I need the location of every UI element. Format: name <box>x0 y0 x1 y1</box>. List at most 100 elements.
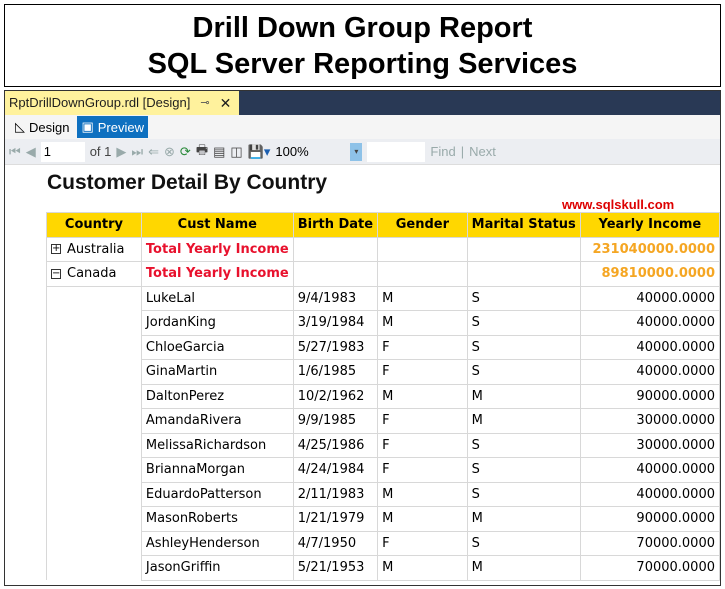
marital-status-cell: S <box>466 457 581 483</box>
expand-toggle-icon[interactable]: + <box>51 244 61 255</box>
marital-status-cell: S <box>466 530 581 556</box>
gender-cell: F <box>377 457 468 483</box>
next-page-icon[interactable]: ▶ <box>116 144 126 160</box>
stop-icon[interactable]: ⊗ <box>164 144 175 160</box>
design-button[interactable]: ◺ Design <box>11 116 73 138</box>
table-row: JordanKing 3/19/1984 M S 40000.0000 <box>46 310 720 336</box>
total-income: 89810000.0000 <box>579 261 720 287</box>
cust-name-cell: AmandaRivera <box>140 408 294 434</box>
cust-name-cell: JordanKing <box>140 310 294 336</box>
table-row: AmandaRivera 9/9/1985 F M 30000.0000 <box>46 408 720 434</box>
banner-line2: SQL Server Reporting Services <box>147 48 578 80</box>
empty-cell <box>46 457 142 482</box>
gender-cell: F <box>377 334 468 360</box>
last-page-icon[interactable]: ⏭ <box>131 144 143 160</box>
group-row: − Canada Total Yearly Income 89810000.0000 <box>46 261 720 287</box>
empty-cell <box>46 286 142 311</box>
empty-cell <box>46 359 142 384</box>
page-input[interactable]: 1 <box>40 141 85 162</box>
table-row: JasonGriffin 5/21/1953 M M 70000.0000 <box>46 555 720 581</box>
yearly-income-cell: 40000.0000 <box>579 481 720 507</box>
preview-icon: ▣ <box>81 119 94 134</box>
empty-cell <box>46 408 142 433</box>
yearly-income-cell: 90000.0000 <box>579 506 720 532</box>
export-icon[interactable]: 💾▾ <box>248 144 271 160</box>
gender-cell: F <box>377 408 468 434</box>
close-icon[interactable]: ✕ <box>220 91 232 115</box>
expand-toggle-icon[interactable]: − <box>51 268 61 279</box>
refresh-icon[interactable]: ⟳ <box>180 144 191 160</box>
empty-cell <box>377 261 468 287</box>
yearly-income-cell: 40000.0000 <box>579 285 720 311</box>
empty-cell <box>377 236 468 262</box>
marital-status-cell: M <box>466 555 581 581</box>
prev-page-icon[interactable]: ◀ <box>26 144 36 160</box>
yearly-income-cell: 40000.0000 <box>579 457 720 483</box>
marital-status-cell: S <box>466 285 581 311</box>
cust-name-cell: MelissaRichardson <box>140 432 294 458</box>
empty-cell <box>46 555 142 580</box>
page-setup-icon[interactable]: ◫ <box>230 144 242 160</box>
gender-cell: F <box>377 530 468 556</box>
empty-cell <box>46 506 142 531</box>
marital-status-cell: M <box>466 383 581 409</box>
table-row: EduardoPatterson 2/11/1983 M S 40000.0000 <box>46 481 720 507</box>
cust-name-cell: AshleyHenderson <box>140 530 294 556</box>
column-header: Country <box>46 212 142 238</box>
pin-icon[interactable]: ⊸ <box>200 91 209 115</box>
design-icon: ◺ <box>15 119 25 134</box>
empty-cell <box>46 433 142 458</box>
empty-cell <box>46 310 142 335</box>
empty-cell <box>46 482 142 507</box>
chevron-down-icon[interactable]: ▾ <box>350 142 363 161</box>
cust-name-cell: DaltonPerez <box>140 383 294 409</box>
table-row: GinaMartin 1/6/1985 F S 40000.0000 <box>46 359 720 385</box>
table-row: LukeLal 9/4/1983 M S 40000.0000 <box>46 285 720 311</box>
column-header: Cust Name <box>140 212 294 238</box>
gender-cell: M <box>377 481 468 507</box>
gender-cell: M <box>377 383 468 409</box>
cust-name-cell: BriannaMorgan <box>140 457 294 483</box>
gender-cell: F <box>377 359 468 385</box>
yearly-income-cell: 70000.0000 <box>579 530 720 556</box>
zoom-select[interactable]: 100% <box>275 144 345 159</box>
country-name: Canada <box>67 266 117 282</box>
marital-status-cell: S <box>466 432 581 458</box>
gender-cell: M <box>377 555 468 581</box>
next-button[interactable]: Next <box>469 144 496 159</box>
yearly-income-cell: 30000.0000 <box>579 408 720 434</box>
mode-bar: ◺ Design ▣ Preview <box>5 115 720 139</box>
print-icon[interactable]: 🖶 <box>196 141 208 163</box>
table-row: ChloeGarcia 5/27/1983 F S 40000.0000 <box>46 334 720 360</box>
empty-cell <box>466 261 581 287</box>
ssrs-window: RptDrillDownGroup.rdl [Design] ⊸ ✕ ◺ Desi… <box>4 90 721 586</box>
preview-button[interactable]: ▣ Preview <box>77 116 149 138</box>
empty-cell <box>292 236 379 262</box>
first-page-icon[interactable]: ⏮ <box>9 144 21 160</box>
birth-date-cell: 1/6/1985 <box>292 359 379 385</box>
total-income: 231040000.0000 <box>579 236 720 262</box>
find-input[interactable] <box>367 141 426 162</box>
find-button[interactable]: Find <box>430 144 455 159</box>
table-row: MasonRoberts 1/21/1979 M M 90000.0000 <box>46 506 720 532</box>
tab-report-design[interactable]: RptDrillDownGroup.rdl [Design] ⊸ ✕ <box>5 91 240 115</box>
print-layout-icon[interactable]: ▤ <box>213 144 225 160</box>
yearly-income-cell: 30000.0000 <box>579 432 720 458</box>
birth-date-cell: 2/11/1983 <box>292 481 379 507</box>
cust-name-cell: LukeLal <box>140 285 294 311</box>
gender-cell: M <box>377 285 468 311</box>
table-row: MelissaRichardson 4/25/1986 F S 30000.0000 <box>46 432 720 458</box>
site-watermark: www.sqlskull.com <box>562 197 675 212</box>
report-title: Customer Detail By Country <box>47 171 328 194</box>
table-row: BriannaMorgan 4/24/1984 F S 40000.0000 <box>46 457 720 483</box>
report-body: Customer Detail By Country www.sqlskull.… <box>5 165 720 585</box>
cust-name-cell: ChloeGarcia <box>140 334 294 360</box>
back-icon[interactable]: ⇐ <box>148 144 159 160</box>
column-header: Birth Date <box>292 212 379 238</box>
preview-label: Preview <box>97 119 145 135</box>
birth-date-cell: 1/21/1979 <box>292 506 379 532</box>
total-label: Total Yearly Income <box>140 236 294 262</box>
birth-date-cell: 3/19/1984 <box>292 310 379 336</box>
birth-date-cell: 10/2/1962 <box>292 383 379 409</box>
gender-cell: M <box>377 506 468 532</box>
